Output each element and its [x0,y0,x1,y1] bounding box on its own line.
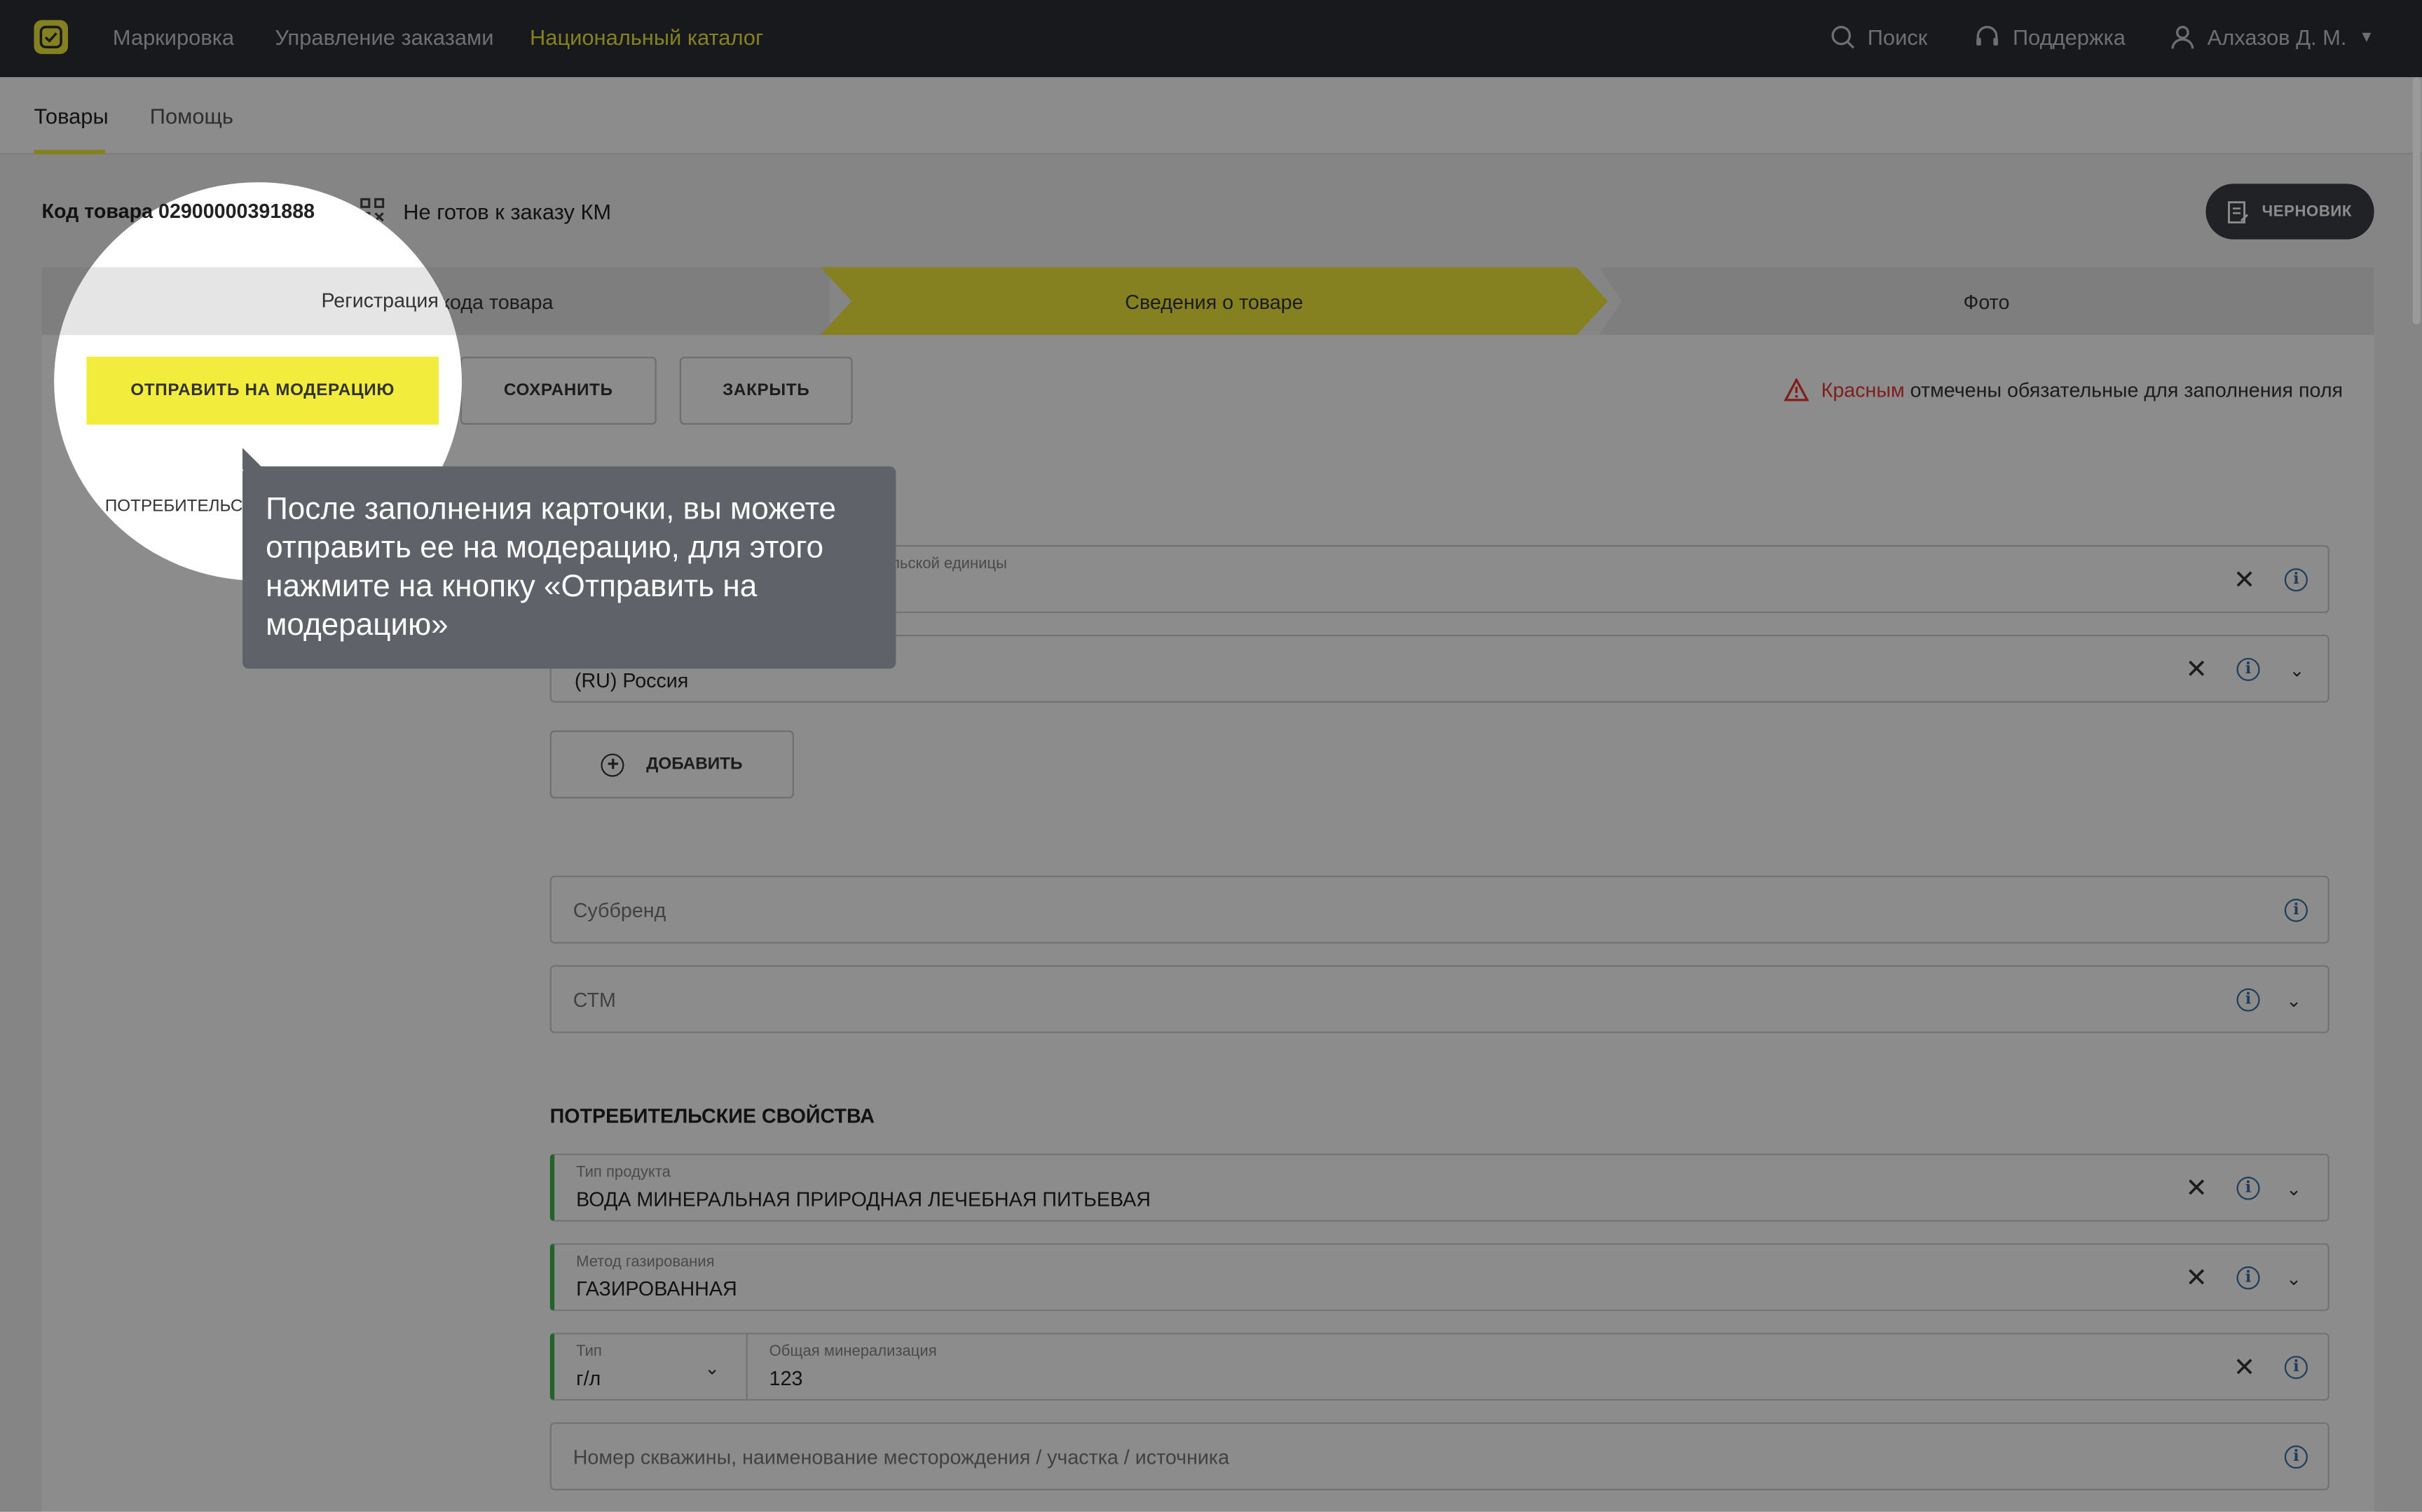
tutorial-tooltip: После заполнения карточки, вы можете отп… [242,466,896,669]
spotlight-send-button[interactable]: ОТПРАВИТЬ НА МОДЕРАЦИЮ [86,357,439,425]
spotlight-product-code: Код товара 02900000391888 [54,199,315,223]
spotlight-step-label: Регистрация кода товара [321,289,462,312]
scrollbar[interactable] [2412,77,2421,324]
spotlight-side-label: ПОТРЕБИТЕЛЬС [104,497,243,516]
